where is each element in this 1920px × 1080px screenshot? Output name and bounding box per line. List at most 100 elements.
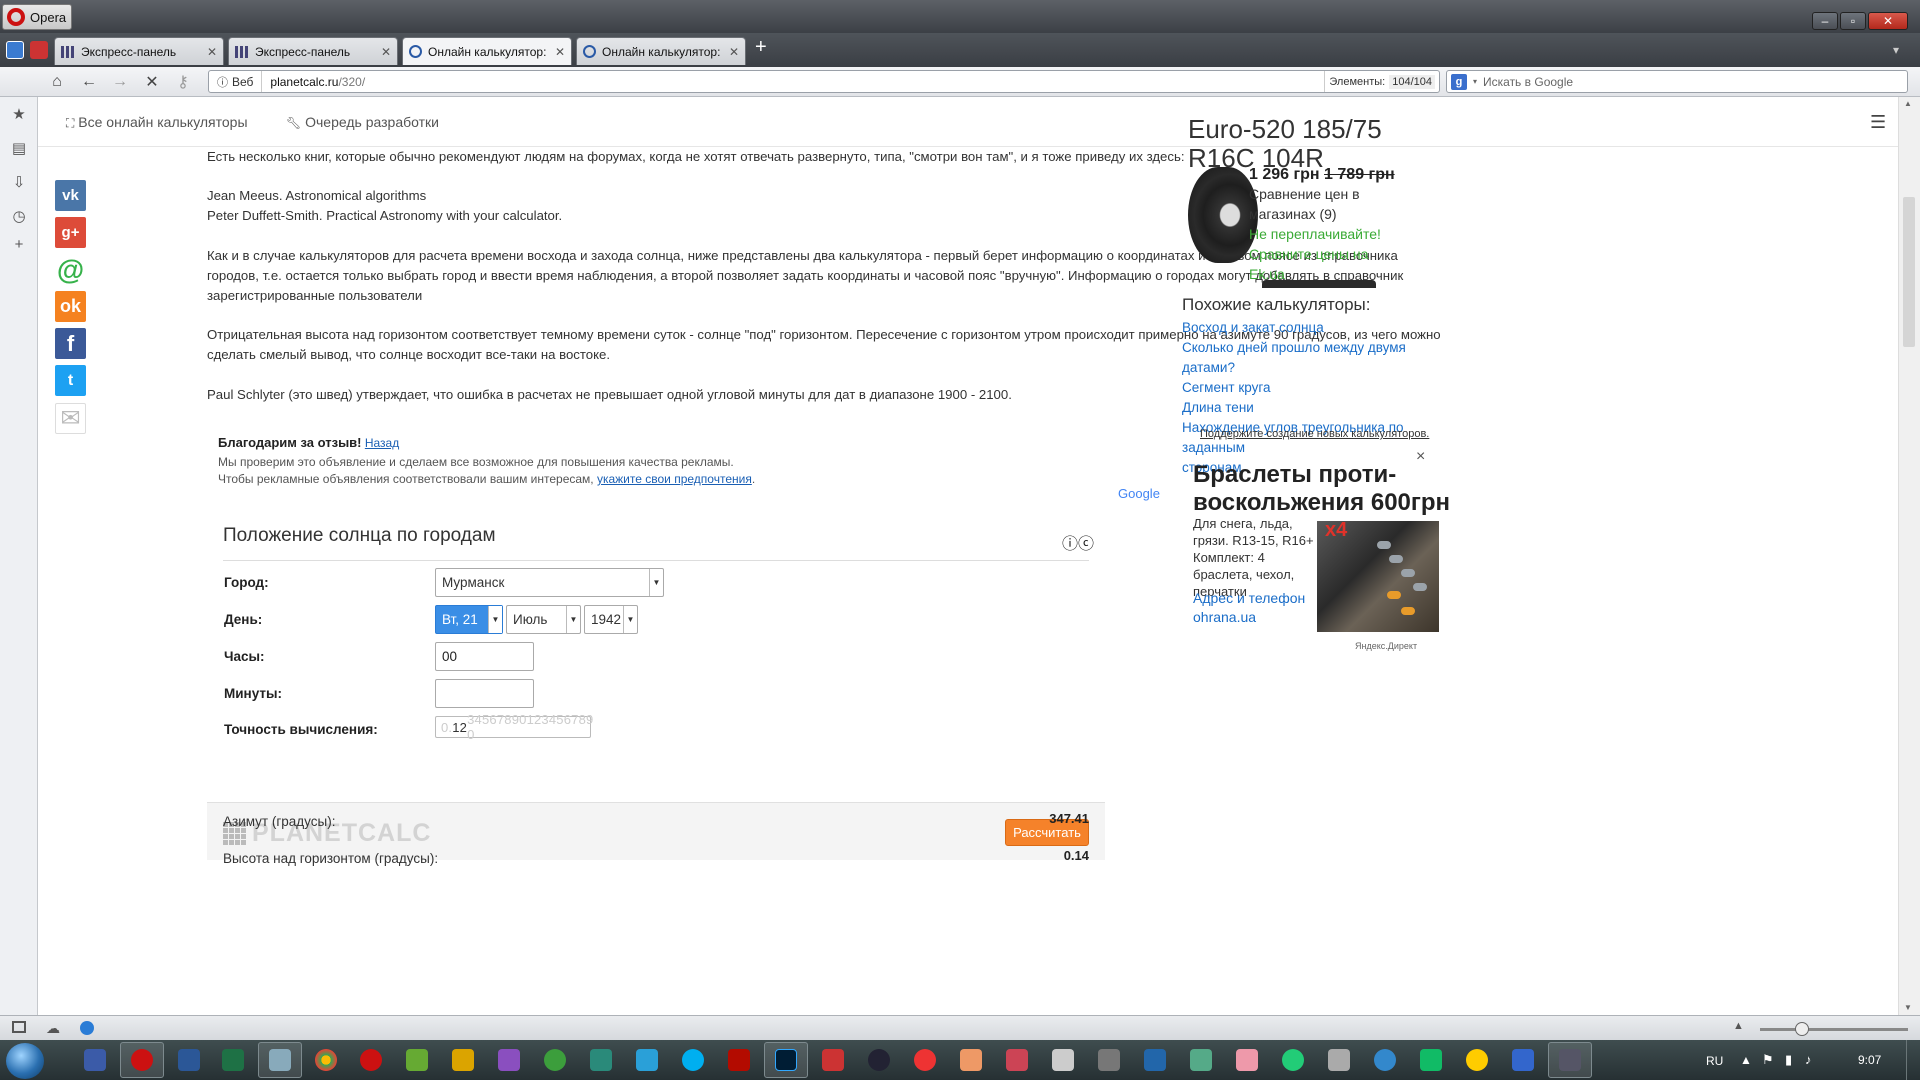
notes-icon[interactable]: ▤ [10,139,28,157]
opera-taskbar-icon[interactable] [131,1049,153,1071]
feedback-back-link[interactable]: Назад [365,436,399,450]
start-button[interactable] [6,1043,44,1079]
tab-close-icon[interactable]: ✕ [381,45,391,59]
taskbar-app-icon[interactable] [84,1049,106,1071]
taskbar-app-icon[interactable] [1512,1049,1534,1071]
scroll-up-icon[interactable]: ▲ [1904,99,1912,108]
tab-close-icon[interactable]: ✕ [729,45,739,59]
taskbar-app-icon[interactable] [222,1049,244,1071]
year-select[interactable]: 1942 ▼ [584,605,638,634]
system-clock[interactable]: 9:07 [1858,1053,1881,1067]
email-share-icon[interactable]: ✉ [55,403,86,434]
page-scrollbar[interactable]: ▲ ▼ [1898,97,1920,1015]
tray-expand-icon[interactable]: ▲ [1740,1053,1752,1067]
day-select[interactable]: Вт, 21 ▼ [435,605,503,634]
precision-slider[interactable]: 0. 12 34567890123456789 0 [435,712,593,742]
tab-close-icon[interactable]: ✕ [555,45,565,59]
tire-ad-title[interactable]: Euro-520 185/75 R16C 104R [1188,115,1382,173]
odnoklassniki-share-icon[interactable]: ok [55,291,86,322]
month-select[interactable]: Июль ▼ [506,605,581,634]
search-field[interactable]: g ▾ Искать в Google [1446,70,1908,93]
scroll-down-icon[interactable]: ▼ [1904,1003,1912,1012]
new-tab-button[interactable]: + [755,36,767,59]
zoom-slider-knob[interactable] [1795,1022,1809,1036]
maximize-button[interactable]: ▫ [1840,12,1866,30]
scrollbar-thumb[interactable] [1903,197,1915,347]
speed-dial-icon[interactable] [80,1021,94,1035]
google-search-icon[interactable]: g [1451,73,1467,90]
taskbar-app-icon[interactable] [1098,1049,1120,1071]
tab-online-calculator-2[interactable]: Онлайн калькулятор: ... ✕ [576,37,746,65]
signal-icon[interactable]: ▮ [1785,1052,1792,1068]
taskbar-app-icon[interactable] [269,1049,291,1071]
zoom-slider-track[interactable] [1760,1028,1908,1031]
ad2-domain-link[interactable]: ohrana.ua [1193,609,1256,625]
add-panel-icon[interactable]: + [10,235,28,253]
address-field[interactable]: ⓘ Веб planetcalc.ru/320/ Элементы: 104/1… [208,70,1440,93]
opera-icon[interactable] [360,1049,382,1071]
nav-all-calculators[interactable]: ⛶ Все онлайн калькуляторы [66,114,248,131]
taskbar-app-icon[interactable] [498,1049,520,1071]
tab-list-icon[interactable]: ▾ [1893,43,1899,57]
taskbar-app-icon[interactable] [1559,1049,1581,1071]
tire-ad-slogan[interactable]: Сравните цены на [1249,244,1409,264]
bookmarks-star-icon[interactable]: ★ [10,105,28,123]
taskbar-app-icon[interactable] [1236,1049,1258,1071]
tab-express-panel-2[interactable]: Экспресс-панель ✕ [228,37,398,65]
close-window-button[interactable]: ✕ [1868,12,1908,30]
google-plus-share-icon[interactable]: g+ [55,217,86,248]
creative-commons-icon[interactable]: ⓘⓒ [1062,530,1094,554]
hours-input[interactable]: 00 [435,642,534,671]
stop-button[interactable]: ✕ [141,71,163,93]
back-button[interactable]: ← [78,71,100,93]
ad2-title[interactable]: Браслеты проти- воскольжения 600грн [1193,461,1450,517]
similar-link[interactable]: Длина тени [1182,398,1452,418]
nav-dev-queue[interactable]: 🔧︎ Очередь разработки [286,114,439,130]
zoom-up-icon[interactable]: ▲ [1733,1020,1744,1032]
taskbar-app-icon[interactable] [452,1049,474,1071]
skype-icon[interactable] [682,1049,704,1071]
show-desktop-button[interactable] [1906,1040,1920,1080]
vk-share-icon[interactable]: vk [55,180,86,211]
photoshop-icon[interactable] [775,1049,797,1071]
url-text[interactable]: planetcalc.ru/320/ [262,75,365,89]
taskbar-app-icon[interactable] [822,1049,844,1071]
taskbar-app-icon[interactable] [1006,1049,1028,1071]
opera-menu-button[interactable]: Opera [2,4,72,30]
chevron-down-icon[interactable]: ▾ [1473,77,1477,86]
home-button[interactable]: ⌂ [46,71,68,93]
panel-icon[interactable] [12,1021,26,1033]
taskbar-app-icon[interactable] [1466,1049,1488,1071]
taskbar-app-icon[interactable] [960,1049,982,1071]
twitter-share-icon[interactable]: t [55,365,86,396]
tire-ad-slogan[interactable]: Не переплачивайте! [1249,224,1409,244]
taskbar-app-icon[interactable] [868,1049,890,1071]
downloads-icon[interactable]: ⇩ [10,173,28,191]
taskbar-app-icon[interactable] [544,1049,566,1071]
tab-express-panel-1[interactable]: Экспресс-панель ✕ [54,37,224,65]
taskbar-app-icon[interactable] [1282,1049,1304,1071]
minimize-button[interactable]: – [1812,12,1838,30]
taskbar-app-icon[interactable] [1052,1049,1074,1071]
opera-link-icon[interactable] [30,41,48,59]
taskbar-app-icon[interactable] [1374,1049,1396,1071]
city-select[interactable]: Мурманск ▼ [435,568,664,597]
tab-online-calculator-1[interactable]: Онлайн калькулятор: ... ✕ [402,37,572,65]
ad2-address-link[interactable]: Адрес и телефон [1193,590,1305,606]
taskbar-app-icon[interactable] [590,1049,612,1071]
forward-button[interactable]: → [109,71,131,93]
taskbar-app-icon[interactable] [178,1049,200,1071]
similar-link[interactable]: Сколько дней прошло между двумя датами? [1182,338,1452,378]
similar-link[interactable]: Восход и закат солнца [1182,318,1452,338]
taskbar-app-icon[interactable] [1328,1049,1350,1071]
panel-toggle-icon[interactable] [6,41,24,59]
ad-preferences-link[interactable]: укажите свои предпочтения [597,472,752,486]
turbo-cloud-icon[interactable]: ☁ [46,1020,60,1037]
volume-icon[interactable]: ♪ [1805,1052,1812,1067]
network-flag-icon[interactable]: ⚑ [1762,1052,1774,1068]
key-button[interactable]: ⚷ [172,71,194,93]
taskbar-app-icon[interactable] [1190,1049,1212,1071]
similar-link[interactable]: Сегмент круга [1182,378,1452,398]
taskbar-app-icon[interactable] [636,1049,658,1071]
tire-image[interactable] [1188,167,1258,263]
